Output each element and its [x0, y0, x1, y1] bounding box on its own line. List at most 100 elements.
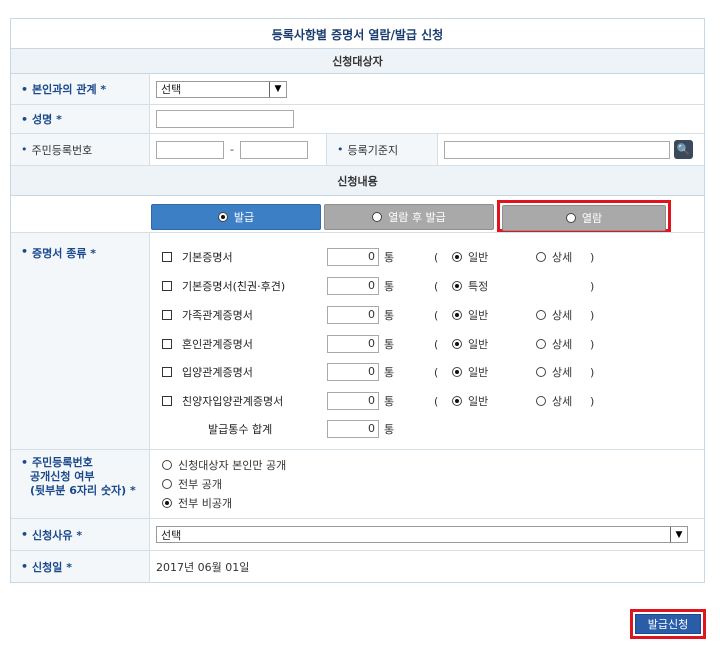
- disclosure-option-none[interactable]: 전부 비공개: [162, 494, 232, 513]
- total-qty: 0: [327, 420, 379, 438]
- radio-icon: [452, 252, 462, 262]
- cert-list: 기본증명서 0 통(일반 상세) 기본증명서(친권·후견) 0 통(특정) 가족관계증명서 0 통…: [150, 233, 704, 449]
- cert-row: 기본증명서(친권·후견) 0 통 (특정): [150, 276, 710, 296]
- cert-row: 혼인관계증명서 0 통 (일반 상세): [150, 334, 710, 354]
- cert-qty-input[interactable]: 0: [327, 277, 379, 295]
- disclosure-label: • 주민등록번호 공개신청 여부 (뒷부분 6자리 숫자) *: [11, 450, 150, 518]
- paren-open: (: [434, 279, 439, 293]
- cert-qty-input[interactable]: 0: [327, 363, 379, 381]
- rrn-back-input[interactable]: [239, 140, 308, 159]
- checkbox-icon[interactable]: [162, 281, 172, 291]
- section-content-header: 신청내용: [11, 166, 704, 196]
- checkbox-icon[interactable]: [162, 339, 172, 349]
- application-form: 등록사항별 증명서 열람/발급 신청 신청대상자 • 본인과의 관계 * 선택 ▼ …: [10, 18, 705, 583]
- reason-select[interactable]: 선택 ▼: [156, 526, 688, 543]
- radio-icon: [565, 213, 576, 223]
- paren-open: (: [434, 365, 439, 379]
- total-row: 발급통수 합계 0 통: [150, 419, 710, 439]
- cert-qty-input[interactable]: 0: [327, 306, 379, 324]
- radio-icon: [536, 310, 546, 320]
- radio-icon: [162, 479, 172, 489]
- paren-close: ): [590, 279, 595, 293]
- tab-view-then-issue[interactable]: 열람 후 발급: [324, 204, 494, 230]
- cert-qty-input[interactable]: 0: [327, 392, 379, 410]
- date-value: 2017년 06월 01일: [156, 560, 250, 574]
- search-icon[interactable]: 🔍: [674, 140, 693, 159]
- name-label: • 성명 *: [11, 105, 150, 133]
- tab-view[interactable]: 열람: [502, 205, 666, 231]
- paren-close: ): [590, 308, 595, 322]
- cert-option-2[interactable]: 상세: [536, 364, 572, 380]
- paren-close: ): [590, 337, 595, 351]
- chevron-down-icon: ▼: [670, 527, 687, 542]
- relation-label: • 본인과의 관계 *: [11, 74, 150, 104]
- row-disclosure: • 주민등록번호 공개신청 여부 (뒷부분 6자리 숫자) * 신청대상자 본인만…: [11, 450, 704, 519]
- cert-name: 입양관계증명서: [182, 366, 253, 379]
- page-title: 등록사항별 증명서 열람/발급 신청: [11, 19, 704, 49]
- cert-name: 기본증명서(친권·후견): [182, 280, 286, 293]
- cert-unit: 통: [384, 309, 395, 322]
- disclosure-option-self[interactable]: 신청대상자 본인만 공개: [162, 456, 286, 475]
- cert-option-1[interactable]: 일반: [452, 364, 488, 380]
- total-unit: 통: [384, 423, 395, 436]
- cert-option-2[interactable]: 상세: [536, 336, 572, 352]
- radio-icon: [372, 212, 383, 222]
- date-label: • 신청일 *: [11, 551, 150, 582]
- section-target-header: 신청대상자: [11, 49, 704, 74]
- radio-icon: [452, 310, 462, 320]
- disclosure-options: 신청대상자 본인만 공개 전부 공개 전부 비공개: [150, 450, 704, 518]
- cert-option-1[interactable]: 일반: [452, 393, 488, 409]
- paren-close: ): [590, 394, 595, 408]
- submit-highlight: 발급신청: [630, 609, 706, 639]
- cert-row: 입양관계증명서 0 통 (일반 상세): [150, 362, 710, 382]
- tab-view-highlight: 열람: [497, 200, 671, 232]
- row-name: • 성명 *: [11, 105, 704, 134]
- paren-close: ): [590, 250, 595, 264]
- name-input[interactable]: [156, 110, 294, 128]
- row-date: • 신청일 * 2017년 06월 01일: [11, 551, 704, 582]
- radio-icon: [536, 252, 546, 262]
- paren-open: (: [434, 337, 439, 351]
- reason-label: • 신청사유 *: [11, 519, 150, 550]
- radio-icon: [452, 396, 462, 406]
- registry-input[interactable]: [444, 140, 670, 159]
- cert-name: 가족관계증명서: [182, 309, 253, 322]
- paren-open: (: [434, 394, 439, 408]
- checkbox-icon[interactable]: [162, 310, 172, 320]
- cert-option-2[interactable]: 상세: [536, 393, 572, 409]
- checkbox-icon[interactable]: [162, 252, 172, 262]
- paren-open: (: [434, 308, 439, 322]
- checkbox-icon[interactable]: [162, 396, 172, 406]
- cert-option-1[interactable]: 일반: [452, 249, 488, 265]
- chevron-down-icon: ▼: [269, 81, 286, 97]
- radio-icon: [536, 367, 546, 377]
- radio-icon: [162, 460, 172, 470]
- row-relation: • 본인과의 관계 * 선택 ▼: [11, 74, 704, 105]
- row-rrn: • 주민등록번호 - • 등록기준지 🔍: [11, 134, 704, 166]
- paren-open: (: [434, 250, 439, 264]
- radio-icon: [217, 212, 228, 222]
- cert-row: 친양자입양관계증명서 0 통 (일반 상세): [150, 391, 710, 411]
- paren-close: ): [590, 365, 595, 379]
- cert-option-1[interactable]: 일반: [452, 336, 488, 352]
- checkbox-icon[interactable]: [162, 367, 172, 377]
- cert-row: 기본증명서 0 통 (일반 상세): [150, 247, 710, 267]
- tab-issue[interactable]: 발급: [151, 204, 321, 230]
- cert-unit: 통: [384, 395, 395, 408]
- cert-option-2[interactable]: 상세: [536, 307, 572, 323]
- radio-icon: [536, 339, 546, 349]
- registry-label: • 등록기준지: [326, 134, 438, 165]
- issue-type-tabs: 발급 열람 후 발급 열람: [11, 196, 704, 232]
- relation-select[interactable]: 선택 ▼: [156, 80, 287, 98]
- cert-qty-input[interactable]: 0: [327, 335, 379, 353]
- cert-option-1[interactable]: 특정: [452, 278, 488, 294]
- rrn-front-input[interactable]: [156, 140, 224, 159]
- cert-qty-input[interactable]: 0: [327, 248, 379, 266]
- cert-option-2[interactable]: 상세: [536, 249, 572, 265]
- disclosure-option-all[interactable]: 전부 공개: [162, 475, 222, 494]
- submit-button[interactable]: 발급신청: [635, 614, 701, 634]
- radio-icon: [452, 339, 462, 349]
- radio-icon: [536, 396, 546, 406]
- cert-option-1[interactable]: 일반: [452, 307, 488, 323]
- radio-icon: [452, 367, 462, 377]
